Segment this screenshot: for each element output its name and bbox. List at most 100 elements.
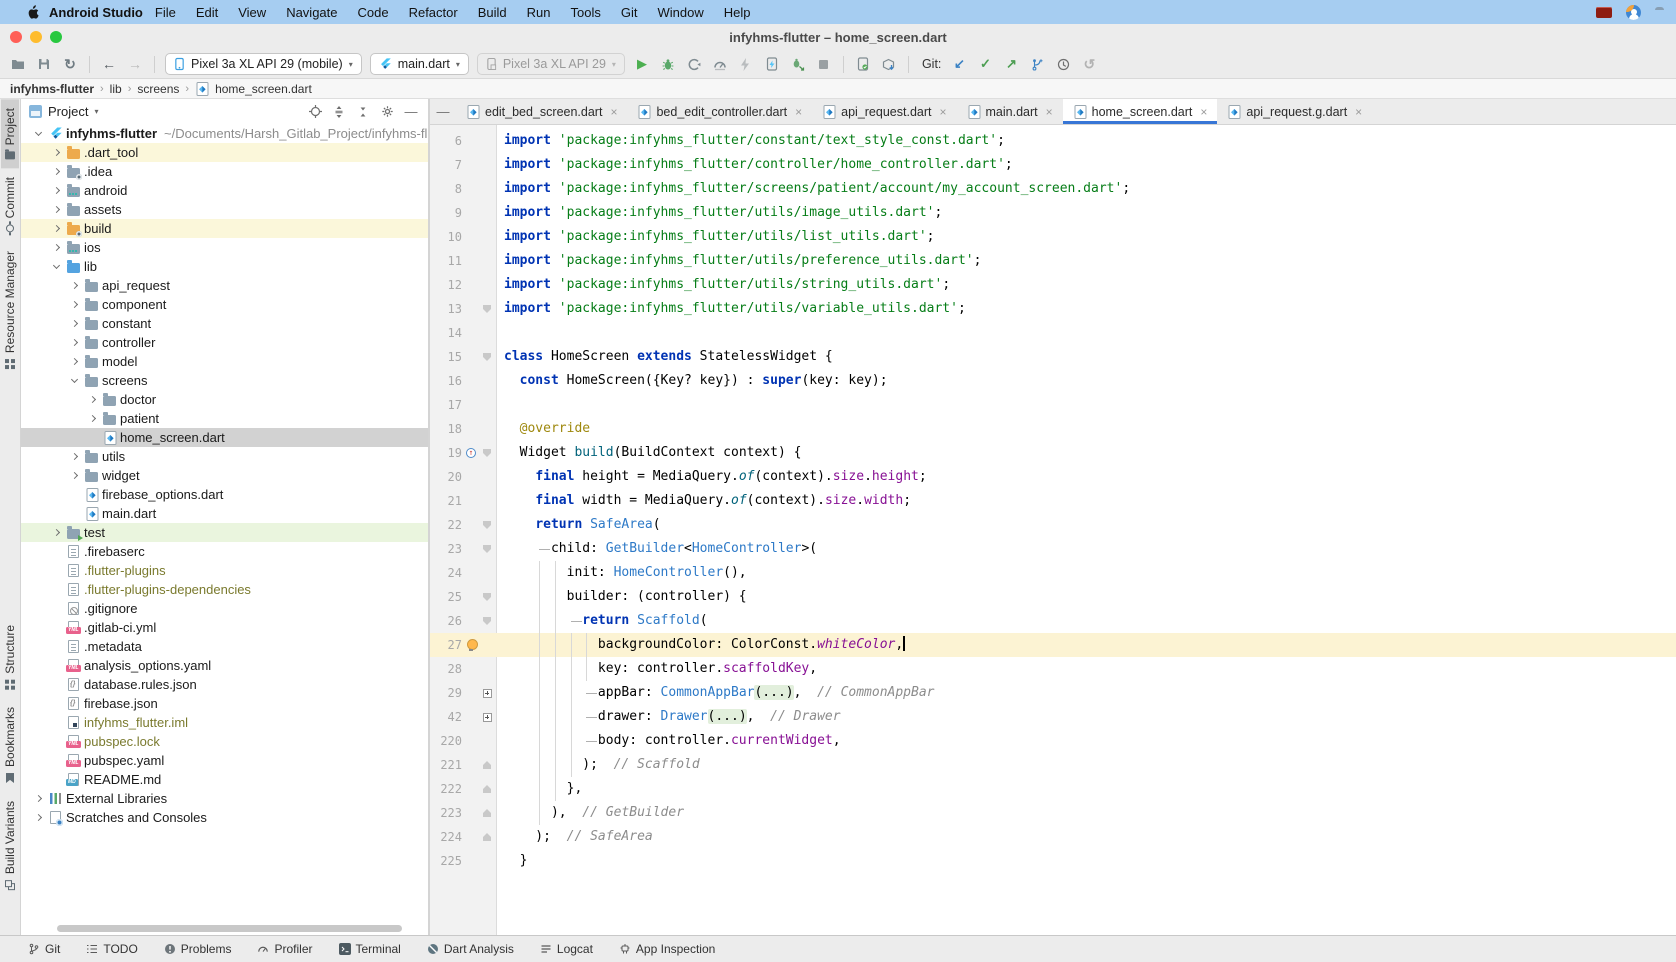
tree-row[interactable]: analysis_options.yaml [21, 656, 428, 675]
tree-row[interactable]: .metadata [21, 637, 428, 656]
fold-open-icon[interactable] [483, 593, 491, 601]
statusbar-git[interactable]: Git [28, 942, 60, 956]
save-icon[interactable] [32, 52, 56, 76]
code-editor[interactable]: 6import 'package:infyhms_flutter/constan… [430, 125, 1676, 935]
tab-edit_bed_screen.dart[interactable]: edit_bed_screen.dart× [456, 99, 627, 124]
code-line[interactable]: 12import 'package:infyhms_flutter/utils/… [430, 273, 1676, 297]
tree-row[interactable]: External Libraries [21, 789, 428, 808]
tree-expander[interactable] [67, 359, 82, 364]
tree-row[interactable]: main.dart [21, 504, 428, 523]
code-line[interactable]: 19↑ Widget build(BuildContext context) { [430, 441, 1676, 465]
code-line[interactable]: 221 ); // Scaffold [430, 753, 1676, 777]
tree-row[interactable]: utils [21, 447, 428, 466]
tree-row[interactable]: firebase_options.dart [21, 485, 428, 504]
statusbar-dart-analysis[interactable]: Dart Analysis [427, 942, 514, 956]
close-icon[interactable]: × [1355, 105, 1362, 119]
profile-icon[interactable] [682, 52, 706, 76]
tree-row[interactable]: .dart_tool [21, 143, 428, 162]
menu-item-help[interactable]: Help [714, 5, 761, 20]
code-line[interactable]: 224 ); // SafeArea [430, 825, 1676, 849]
wifi-icon[interactable] [1655, 7, 1664, 17]
tree-expander[interactable] [67, 454, 82, 459]
run-icon[interactable]: ▶ [630, 52, 654, 76]
tree-expander[interactable] [67, 379, 82, 382]
tree-expander[interactable] [85, 397, 100, 402]
flutter-hot-reload-icon[interactable] [760, 52, 784, 76]
tree-expander[interactable] [49, 207, 64, 212]
sdk-manager-icon[interactable] [877, 52, 901, 76]
fold-open-icon[interactable] [483, 353, 491, 361]
code-line[interactable]: 29 appBar: CommonAppBar(...), // CommonA… [430, 681, 1676, 705]
tree-expander[interactable] [67, 283, 82, 288]
code-line[interactable]: 220 body: controller.currentWidget, [430, 729, 1676, 753]
tree-row[interactable]: README.md [21, 770, 428, 789]
tool-stripe-project[interactable]: Project [1, 99, 19, 168]
tree-row[interactable]: assets [21, 200, 428, 219]
statusbar-terminal[interactable]: Terminal [339, 942, 401, 956]
statusbar-profiler[interactable]: Profiler [257, 942, 312, 956]
tree-expander[interactable] [67, 302, 82, 307]
tree-expander[interactable] [31, 815, 46, 820]
fold-open-icon[interactable] [483, 449, 491, 457]
statusbar-problems[interactable]: Problems [164, 942, 232, 956]
code-line[interactable]: 10import 'package:infyhms_flutter/utils/… [430, 225, 1676, 249]
menu-item-build[interactable]: Build [468, 5, 517, 20]
code-line[interactable]: 14 [430, 321, 1676, 345]
menu-item-view[interactable]: View [228, 5, 276, 20]
menu-item-edit[interactable]: Edit [186, 5, 228, 20]
device-selector-dropdown[interactable]: Pixel 3a XL API 29 (mobile) ▾ [165, 53, 362, 75]
close-icon[interactable]: × [795, 105, 802, 119]
close-icon[interactable]: × [939, 105, 946, 119]
breadcrumb-item[interactable]: infyhms-flutter [10, 82, 94, 96]
tree-expander[interactable] [67, 340, 82, 345]
tree-row[interactable]: component [21, 295, 428, 314]
fold-open-icon[interactable] [483, 545, 491, 553]
profiler-gauge-icon[interactable] [708, 52, 732, 76]
code-line[interactable]: 223 ), // GetBuilder [430, 801, 1676, 825]
code-line[interactable]: 23 child: GetBuilder<HomeController>( [430, 537, 1676, 561]
tree-row[interactable]: ios [21, 238, 428, 257]
code-line[interactable]: 6import 'package:infyhms_flutter/constan… [430, 129, 1676, 153]
tree-row[interactable]: controller [21, 333, 428, 352]
git-push-icon[interactable]: ↗ [999, 52, 1023, 76]
tree-row[interactable]: constant [21, 314, 428, 333]
tree-row[interactable]: database.rules.json [21, 675, 428, 694]
open-folder-icon[interactable] [6, 52, 30, 76]
tree-row[interactable]: .firebaserc [21, 542, 428, 561]
code-line[interactable]: 24 init: HomeController(), [430, 561, 1676, 585]
tree-expander[interactable] [67, 321, 82, 326]
tree-expander[interactable] [31, 796, 46, 801]
tree-row[interactable]: .gitignore [21, 599, 428, 618]
menu-item-code[interactable]: Code [348, 5, 399, 20]
code-line[interactable]: 27 backgroundColor: ColorConst.whiteColo… [430, 633, 1676, 657]
gear-icon[interactable] [378, 105, 396, 118]
forward-icon[interactable]: → [123, 52, 147, 76]
code-line[interactable]: 21 final width = MediaQuery.of(context).… [430, 489, 1676, 513]
tree-expander[interactable] [49, 169, 64, 174]
fold-collapsed-icon[interactable] [483, 713, 492, 722]
tool-stripe-build-variants[interactable]: Build Variants [1, 792, 19, 899]
fold-open-icon[interactable] [483, 305, 491, 313]
breadcrumb-item[interactable]: screens [137, 82, 179, 96]
tree-row[interactable]: home_screen.dart [21, 428, 428, 447]
tree-row[interactable]: infyhms_flutter.iml [21, 713, 428, 732]
apply-changes-lightning-icon[interactable] [734, 52, 758, 76]
menu-item-run[interactable]: Run [517, 5, 561, 20]
fold-open-icon[interactable] [483, 617, 491, 625]
tree-row[interactable]: android [21, 181, 428, 200]
tree-expander[interactable] [49, 226, 64, 231]
close-icon[interactable]: × [610, 105, 617, 119]
tree-row[interactable]: screens [21, 371, 428, 390]
tree-expander[interactable] [49, 188, 64, 193]
tree-expander[interactable] [67, 473, 82, 478]
tree-row[interactable]: pubspec.yaml [21, 751, 428, 770]
sync-icon[interactable]: ↻ [58, 52, 82, 76]
fold-end-icon[interactable] [483, 833, 491, 841]
menu-item-navigate[interactable]: Navigate [276, 5, 347, 20]
code-line[interactable]: 7import 'package:infyhms_flutter/control… [430, 153, 1676, 177]
tree-expander[interactable] [49, 265, 64, 268]
tree-row[interactable]: widget [21, 466, 428, 485]
keyboard-status-icon[interactable] [1596, 7, 1612, 18]
menu-item-window[interactable]: Window [647, 5, 713, 20]
code-line[interactable]: 18 @override [430, 417, 1676, 441]
